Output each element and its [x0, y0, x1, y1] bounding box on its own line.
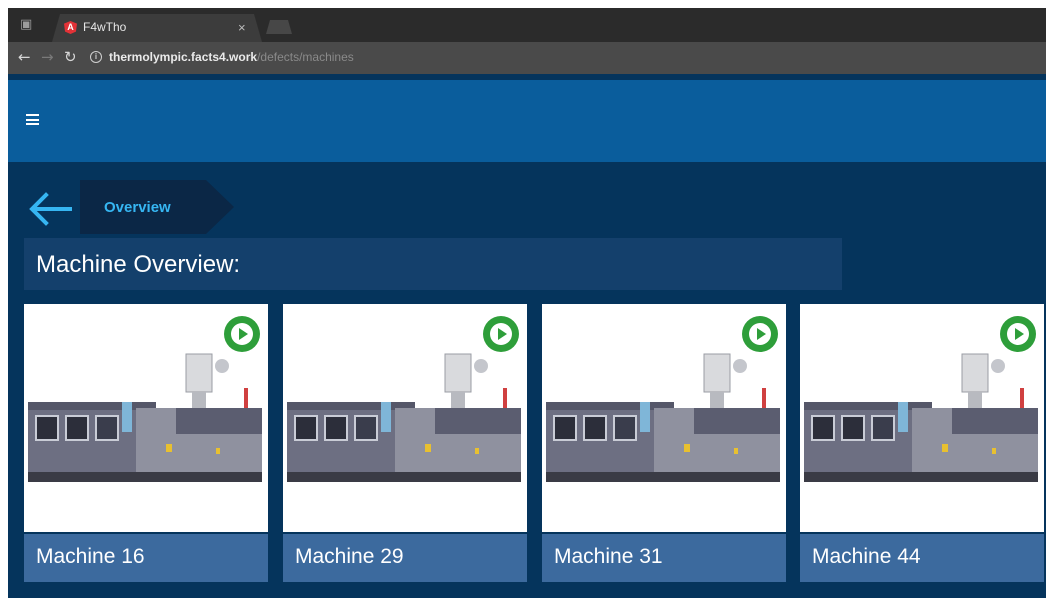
main-content: Overview Machine Overview: Machine 16 Ma… — [8, 162, 1046, 598]
machine-label-bar: Machine 31 — [542, 534, 786, 582]
breadcrumb-label: Overview — [104, 199, 171, 216]
machine-card[interactable]: Machine 44 — [800, 304, 1044, 582]
reload-icon[interactable]: ↻ — [64, 48, 77, 66]
tab-title: F4wTho — [83, 20, 127, 34]
machine-image — [24, 304, 268, 532]
tab-close-icon[interactable]: × — [238, 20, 246, 35]
injection-molding-machine-image — [287, 353, 521, 482]
address-bar: ← → ↻ i thermolympic.facts4.work/defects… — [8, 42, 1046, 74]
app-window: ▣ A F4wTho × ← → ↻ i thermolympic.facts4… — [8, 8, 1046, 598]
browser-forward-icon[interactable]: → — [41, 48, 54, 66]
browser-back-icon[interactable]: ← — [18, 48, 31, 66]
machine-label: Machine 31 — [554, 545, 663, 568]
machine-label: Machine 16 — [36, 545, 145, 568]
machine-card[interactable]: Machine 31 — [542, 304, 786, 582]
play-icon[interactable] — [1000, 316, 1036, 352]
breadcrumb[interactable]: Overview — [80, 180, 234, 234]
new-tab-button[interactable] — [266, 20, 292, 34]
machine-image — [283, 304, 527, 532]
play-icon[interactable] — [224, 316, 260, 352]
machine-label-bar: Machine 29 — [283, 534, 527, 582]
machine-image — [800, 304, 1044, 532]
url-path: /defects/machines — [257, 50, 354, 64]
app-logo-icon: A — [64, 21, 77, 34]
machine-image — [542, 304, 786, 532]
injection-molding-machine-image — [804, 353, 1038, 482]
machine-label: Machine 29 — [295, 545, 404, 568]
injection-molding-machine-image — [28, 353, 262, 482]
back-arrow-icon[interactable] — [28, 192, 72, 226]
machine-card[interactable]: Machine 29 — [283, 304, 527, 582]
machine-card[interactable]: Machine 16 — [24, 304, 268, 582]
play-icon[interactable] — [483, 316, 519, 352]
machine-label-bar: Machine 16 — [24, 534, 268, 582]
browser-tab-bar: ▣ A F4wTho × — [8, 8, 1046, 42]
app-header — [8, 80, 1046, 162]
page-title-bar: Machine Overview: — [24, 238, 842, 290]
browser-menu-icon[interactable]: ▣ — [20, 18, 36, 32]
browser-tab[interactable]: A F4wTho × — [52, 14, 262, 42]
injection-molding-machine-image — [546, 353, 780, 482]
site-info-icon[interactable]: i — [90, 51, 102, 63]
machine-label-bar: Machine 44 — [800, 534, 1044, 582]
url-host: thermolympic.facts4.work — [109, 50, 258, 64]
machine-label: Machine 44 — [812, 545, 921, 568]
play-icon[interactable] — [742, 316, 778, 352]
page-title: Machine Overview: — [36, 251, 241, 278]
hamburger-icon[interactable] — [26, 114, 39, 125]
url-field[interactable]: thermolympic.facts4.work/defects/machine… — [109, 50, 354, 64]
